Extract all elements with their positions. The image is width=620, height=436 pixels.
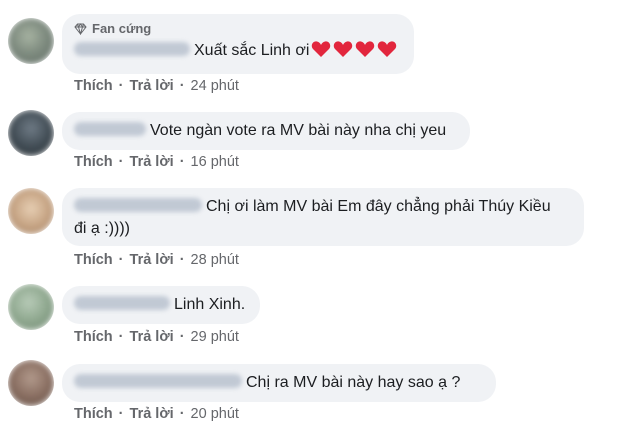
- author-name[interactable]: [74, 198, 202, 212]
- comment-text-line-2: đi ạ :)))): [74, 220, 130, 237]
- heart-icon: [356, 41, 375, 57]
- separator-dot: ·: [179, 252, 185, 268]
- fan-badge: Fan cứng: [74, 20, 402, 38]
- avatar[interactable]: [8, 360, 54, 406]
- separator-dot: ·: [179, 406, 185, 422]
- comment-text-row: Xuất sắc Linh ơi: [74, 40, 402, 62]
- comment-bubble: Vote ngàn vote ra MV bài này nha chị yeu: [62, 112, 470, 150]
- separator-dot: ·: [118, 154, 124, 170]
- separator-dot: ·: [118, 78, 124, 94]
- avatar[interactable]: [8, 188, 54, 234]
- comment-actions: Thích · Trả lời · 24 phút: [74, 76, 239, 96]
- author-name[interactable]: [74, 122, 146, 136]
- timestamp[interactable]: 28 phút: [191, 252, 239, 268]
- comment-text-line-1: Chị ơi làm MV bài Em đây chẳng phải Thúy…: [206, 198, 551, 215]
- comment-bubble: Chị ơi làm MV bài Em đây chẳng phải Thúy…: [62, 188, 584, 246]
- comment-actions: Thích · Trả lời · 29 phút: [74, 327, 239, 347]
- separator-dot: ·: [179, 154, 185, 170]
- timestamp[interactable]: 29 phút: [191, 329, 239, 345]
- like-button[interactable]: Thích: [74, 252, 113, 268]
- comment-actions: Thích · Trả lời · 28 phút: [74, 250, 239, 270]
- comment-actions: Thích · Trả lời · 16 phút: [74, 152, 239, 172]
- comment-text: Xuất sắc Linh ơi: [194, 42, 310, 59]
- comment-text-row: Chị ơi làm MV bài Em đây chẳng phải Thúy…: [74, 196, 572, 218]
- reply-button[interactable]: Trả lời: [130, 78, 174, 94]
- comment-text: Vote ngàn vote ra MV bài này nha chị yeu: [150, 122, 447, 139]
- timestamp[interactable]: 24 phút: [191, 78, 239, 94]
- separator-dot: ·: [118, 252, 124, 268]
- timestamp[interactable]: 20 phút: [191, 406, 239, 422]
- comment-text: Linh Xinh.: [174, 296, 246, 313]
- author-name[interactable]: [74, 42, 190, 56]
- badge-label: Fan cứng: [92, 21, 152, 36]
- like-button[interactable]: Thích: [74, 78, 113, 94]
- like-button[interactable]: Thích: [74, 154, 113, 170]
- separator-dot: ·: [118, 329, 124, 345]
- reply-button[interactable]: Trả lời: [130, 406, 174, 422]
- reply-button[interactable]: Trả lời: [130, 329, 174, 345]
- comment-actions: Thích · Trả lời · 20 phút: [74, 404, 239, 424]
- diamond-icon: [74, 23, 87, 35]
- author-name[interactable]: [74, 374, 242, 388]
- heart-icon: [378, 41, 397, 57]
- comment-text: Chị ra MV bài này hay sao ạ ?: [246, 374, 461, 391]
- separator-dot: ·: [179, 329, 185, 345]
- avatar[interactable]: [8, 284, 54, 330]
- reply-button[interactable]: Trả lời: [130, 252, 174, 268]
- author-name[interactable]: [74, 296, 170, 310]
- comment-bubble: Chị ra MV bài này hay sao ạ ?: [62, 364, 496, 402]
- avatar[interactable]: [8, 18, 54, 64]
- separator-dot: ·: [118, 406, 124, 422]
- heart-icon: [312, 41, 331, 57]
- heart-icon: [334, 41, 353, 57]
- like-button[interactable]: Thích: [74, 329, 113, 345]
- comment-bubble: Fan cứng Xuất sắc Linh ơi: [62, 14, 414, 74]
- heart-emojis: [311, 40, 399, 58]
- like-button[interactable]: Thích: [74, 406, 113, 422]
- reply-button[interactable]: Trả lời: [130, 154, 174, 170]
- timestamp[interactable]: 16 phút: [191, 154, 239, 170]
- avatar[interactable]: [8, 110, 54, 156]
- separator-dot: ·: [179, 78, 185, 94]
- comment-bubble: Linh Xinh.: [62, 286, 260, 324]
